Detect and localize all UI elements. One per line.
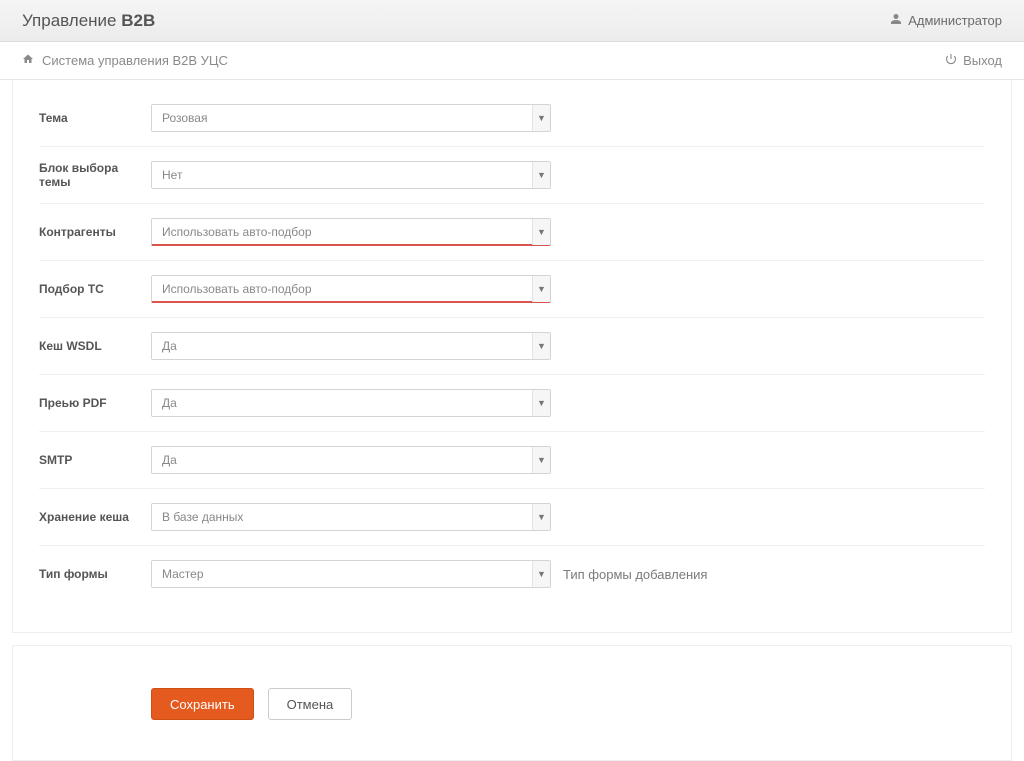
chevron-down-icon: ▼ — [532, 390, 550, 416]
chevron-down-icon: ▼ — [532, 333, 550, 359]
select-wsdl[interactable]: Да ▼ — [151, 332, 551, 360]
user-icon — [890, 13, 902, 28]
chevron-down-icon: ▼ — [532, 219, 550, 245]
chevron-down-icon: ▼ — [532, 105, 550, 131]
brand-bold: B2B — [121, 11, 155, 30]
row-smtp: SMTP Да ▼ — [39, 432, 985, 489]
chevron-down-icon: ▼ — [532, 561, 550, 587]
label-smtp: SMTP — [39, 453, 151, 467]
power-icon — [945, 53, 957, 68]
row-theme-block: Блок выбора темы Нет ▼ — [39, 147, 985, 204]
row-theme: Тема Розовая ▼ — [39, 90, 985, 147]
settings-panel: Тема Розовая ▼ Блок выбора темы Нет ▼ Ко… — [12, 80, 1012, 633]
select-theme-block[interactable]: Нет ▼ — [151, 161, 551, 189]
select-pdf-value: Да — [162, 396, 177, 410]
breadcrumb[interactable]: Система управления B2B УЦС — [22, 53, 228, 68]
breadcrumb-text: Система управления B2B УЦС — [42, 53, 228, 68]
select-theme-block-value: Нет — [162, 168, 182, 182]
select-form-type[interactable]: Мастер ▼ — [151, 560, 551, 588]
chevron-down-icon: ▼ — [532, 504, 550, 530]
select-contragents-value: Использовать авто-подбор — [162, 225, 312, 239]
button-row: Сохранить Отмена — [151, 688, 985, 720]
row-contragents: Контрагенты Использовать авто-подбор ▼ — [39, 204, 985, 261]
chevron-down-icon: ▼ — [532, 162, 550, 188]
topbar: Управление B2B Администратор — [0, 0, 1024, 42]
chevron-down-icon: ▼ — [532, 276, 550, 302]
select-wsdl-value: Да — [162, 339, 177, 353]
row-ts: Подбор ТС Использовать авто-подбор ▼ — [39, 261, 985, 318]
row-pdf: Преью PDF Да ▼ — [39, 375, 985, 432]
select-cache[interactable]: В базе данных ▼ — [151, 503, 551, 531]
select-cache-value: В базе данных — [162, 510, 243, 524]
label-ts: Подбор ТС — [39, 282, 151, 296]
exit-link[interactable]: Выход — [945, 53, 1002, 68]
select-pdf[interactable]: Да ▼ — [151, 389, 551, 417]
exit-label: Выход — [963, 53, 1002, 68]
breadcrumb-bar: Система управления B2B УЦС Выход — [0, 42, 1024, 80]
select-smtp-value: Да — [162, 453, 177, 467]
select-ts[interactable]: Использовать авто-подбор ▼ — [151, 275, 551, 303]
admin-label: Администратор — [908, 13, 1002, 28]
select-form-type-value: Мастер — [162, 567, 204, 581]
label-theme: Тема — [39, 111, 151, 125]
label-cache: Хранение кеша — [39, 510, 151, 524]
label-form-type: Тип формы — [39, 567, 151, 581]
select-theme-value: Розовая — [162, 111, 207, 125]
brand-prefix: Управление — [22, 11, 121, 30]
save-button[interactable]: Сохранить — [151, 688, 254, 720]
label-pdf: Преью PDF — [39, 396, 151, 410]
chevron-down-icon: ▼ — [532, 447, 550, 473]
select-theme[interactable]: Розовая ▼ — [151, 104, 551, 132]
row-form-type: Тип формы Мастер ▼ Тип формы добавления — [39, 546, 985, 602]
select-smtp[interactable]: Да ▼ — [151, 446, 551, 474]
actions-panel: Сохранить Отмена — [12, 645, 1012, 761]
label-theme-block: Блок выбора темы — [39, 161, 151, 189]
brand: Управление B2B — [22, 11, 155, 31]
select-ts-value: Использовать авто-подбор — [162, 282, 312, 296]
row-cache: Хранение кеша В базе данных ▼ — [39, 489, 985, 546]
admin-link[interactable]: Администратор — [890, 13, 1002, 28]
cancel-button[interactable]: Отмена — [268, 688, 353, 720]
home-icon — [22, 53, 34, 68]
label-wsdl: Кеш WSDL — [39, 339, 151, 353]
help-form-type: Тип формы добавления — [563, 567, 707, 582]
label-contragents: Контрагенты — [39, 225, 151, 239]
select-contragents[interactable]: Использовать авто-подбор ▼ — [151, 218, 551, 246]
row-wsdl: Кеш WSDL Да ▼ — [39, 318, 985, 375]
